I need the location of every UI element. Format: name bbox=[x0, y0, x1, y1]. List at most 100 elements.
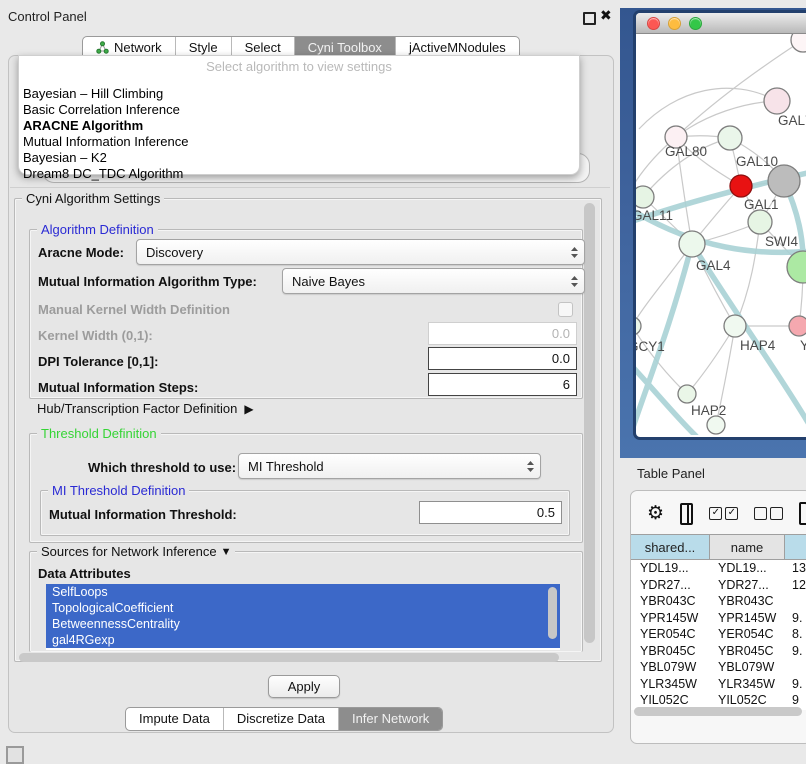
settings-vertical-scrollbar[interactable] bbox=[584, 203, 595, 643]
tab-network-label: Network bbox=[114, 40, 162, 55]
manual-kernel-checkbox[interactable] bbox=[558, 302, 573, 317]
tab-impute-data[interactable]: Impute Data bbox=[126, 708, 224, 730]
attributes-list-scrollbar[interactable] bbox=[548, 587, 557, 639]
select-all-columns-icon[interactable]: ✓✓ bbox=[709, 507, 738, 520]
split-columns-icon[interactable] bbox=[680, 503, 693, 525]
algorithm-dropdown-popup: Select algorithm to view settings Bayesi… bbox=[18, 55, 580, 175]
zoom-window-icon[interactable] bbox=[689, 17, 702, 30]
tab-discretize-data[interactable]: Discretize Data bbox=[224, 708, 339, 730]
node-hap4[interactable] bbox=[724, 315, 746, 337]
kernel-width-field[interactable]: 0.0 bbox=[428, 322, 577, 345]
node-label: HAP2 bbox=[691, 403, 726, 418]
node[interactable] bbox=[707, 416, 725, 434]
node-label: Y bbox=[800, 338, 806, 353]
node-label: HAP4 bbox=[740, 338, 776, 353]
dpi-tolerance-label: DPI Tolerance [0,1]: bbox=[38, 354, 158, 369]
table-row[interactable]: YBL079WYBL079W bbox=[631, 659, 806, 676]
table-row[interactable]: YPR145WYPR145W9. bbox=[631, 610, 806, 627]
aracne-mode-combobox[interactable]: Discovery bbox=[136, 239, 585, 265]
dropdown-item[interactable]: Basic Correlation Inference bbox=[19, 102, 579, 118]
mi-threshold-field[interactable]: 0.5 bbox=[419, 501, 562, 524]
node-label: GAL7 bbox=[778, 113, 806, 128]
table-header-row: shared... name bbox=[631, 535, 806, 560]
apply-button[interactable]: Apply bbox=[268, 675, 340, 698]
column-header-name[interactable]: name bbox=[710, 535, 785, 559]
file-icon[interactable] bbox=[799, 502, 806, 525]
which-threshold-combobox[interactable]: MI Threshold bbox=[238, 453, 541, 479]
hub-definition-label: Hub/Transcription Factor Definition bbox=[37, 401, 237, 416]
mi-type-combobox[interactable]: Naive Bayes bbox=[282, 268, 585, 294]
table-row[interactable]: YBR043CYBR043C bbox=[631, 593, 806, 610]
network-canvas[interactable]: GAL7 GAL80 GAL10 GAL1 SWI4 GAL11 GAL4 GC… bbox=[636, 34, 806, 435]
chevron-down-icon: ▼ bbox=[221, 546, 232, 558]
node-table: shared... name YDL19...YDL19...13 YDR27.… bbox=[631, 534, 806, 710]
kernel-width-label: Kernel Width (0,1): bbox=[38, 328, 153, 343]
dropdown-item[interactable]: Bayesian – Hill Climbing bbox=[19, 86, 579, 102]
node-label: GAL4 bbox=[696, 258, 731, 273]
deselect-all-columns-icon[interactable] bbox=[754, 507, 783, 520]
table-row[interactable]: YDR27...YDR27...12 bbox=[631, 577, 806, 594]
dropdown-item[interactable]: Bayesian – K2 bbox=[19, 150, 579, 166]
attribute-item-selected[interactable]: gal4RGexp bbox=[46, 632, 560, 648]
node-gal1-selected[interactable] bbox=[730, 175, 752, 197]
settings-horizontal-scrollbar[interactable] bbox=[19, 653, 579, 662]
sources-group-title[interactable]: Sources for Network Inference ▼ bbox=[37, 544, 235, 559]
attribute-item-selected[interactable]: BetweennessCentrality bbox=[46, 616, 560, 632]
node-gal10[interactable] bbox=[718, 126, 742, 150]
network-icon bbox=[96, 41, 109, 54]
attribute-item-selected[interactable]: SelfLoops bbox=[46, 584, 560, 600]
control-panel-titlebar: Control Panel ✖ bbox=[0, 0, 620, 30]
mi-type-label: Mutual Information Algorithm Type: bbox=[38, 274, 257, 289]
column-header-shared-name[interactable]: shared... bbox=[631, 535, 710, 559]
mi-steps-field[interactable]: 6 bbox=[428, 373, 577, 396]
dropdown-item[interactable]: Dream8 DC_TDC Algorithm bbox=[19, 166, 579, 182]
node-hap2[interactable] bbox=[678, 385, 696, 403]
data-attributes-label: Data Attributes bbox=[38, 566, 131, 581]
table-panel-title: Table Panel bbox=[637, 466, 705, 481]
node-label: GCY1 bbox=[636, 339, 665, 354]
node[interactable] bbox=[791, 34, 806, 52]
table-toolbar: ⚙ ✓✓ bbox=[631, 491, 806, 534]
mi-threshold-label: Mutual Information Threshold: bbox=[49, 507, 237, 522]
stepper-arrows-icon bbox=[570, 275, 579, 288]
node-gray[interactable] bbox=[768, 165, 800, 197]
node-gal11[interactable] bbox=[636, 186, 654, 208]
node-pink[interactable] bbox=[789, 316, 806, 336]
node-green-large[interactable] bbox=[787, 251, 806, 283]
table-row[interactable]: YDL19...YDL19...13 bbox=[631, 560, 806, 577]
gear-icon[interactable]: ⚙ bbox=[647, 505, 664, 523]
bottom-tabs: Impute Data Discretize Data Infer Networ… bbox=[125, 707, 443, 731]
table-row[interactable]: YER054CYER054C8. bbox=[631, 626, 806, 643]
node-gal7[interactable] bbox=[764, 88, 790, 114]
close-icon[interactable]: ✖ bbox=[600, 7, 612, 24]
table-row[interactable]: YBR045CYBR045C9. bbox=[631, 643, 806, 660]
minimize-window-icon[interactable] bbox=[668, 17, 681, 30]
dropdown-item[interactable]: Mutual Information Inference bbox=[19, 134, 579, 150]
hub-definition-toggle[interactable]: Hub/Transcription Factor Definition ▶ bbox=[37, 401, 254, 416]
screen: { "control_panel": { "title": "Control P… bbox=[0, 0, 806, 762]
mi-threshold-group-title: MI Threshold Definition bbox=[48, 483, 189, 498]
threshold-definition-group: Threshold Definition Which threshold to … bbox=[29, 433, 583, 543]
float-window-icon[interactable] bbox=[583, 12, 596, 25]
node-swi4[interactable] bbox=[748, 210, 772, 234]
close-window-icon[interactable] bbox=[647, 17, 660, 30]
tab-infer-network[interactable]: Infer Network bbox=[339, 708, 442, 730]
control-panel-title: Control Panel bbox=[8, 9, 87, 24]
dock-panel-icon[interactable] bbox=[6, 746, 24, 764]
attributes-list: SelfLoops TopologicalCoefficient Between… bbox=[46, 584, 560, 650]
dpi-tolerance-field[interactable]: 0.0 bbox=[428, 347, 577, 370]
settings-group-title: Cyni Algorithm Settings bbox=[22, 191, 164, 206]
chevron-right-icon: ▶ bbox=[241, 402, 254, 416]
attribute-item-selected[interactable]: TopologicalCoefficient bbox=[46, 600, 560, 616]
table-horizontal-scrollbar[interactable] bbox=[634, 707, 806, 716]
stepper-arrows-icon bbox=[526, 460, 535, 473]
dropdown-placeholder: Select algorithm to view settings bbox=[19, 59, 579, 74]
separator bbox=[10, 187, 610, 188]
column-header-partial[interactable] bbox=[785, 535, 806, 559]
network-node-labels: GAL7 GAL80 GAL10 GAL1 SWI4 GAL11 GAL4 GC… bbox=[636, 113, 806, 418]
node-gal4[interactable] bbox=[679, 231, 705, 257]
node-gcy1[interactable] bbox=[636, 317, 641, 335]
table-row[interactable]: YLR345WYLR345W9. bbox=[631, 676, 806, 693]
dropdown-item-highlighted[interactable]: ARACNE Algorithm bbox=[19, 118, 579, 134]
node-label: GAL11 bbox=[636, 208, 673, 223]
